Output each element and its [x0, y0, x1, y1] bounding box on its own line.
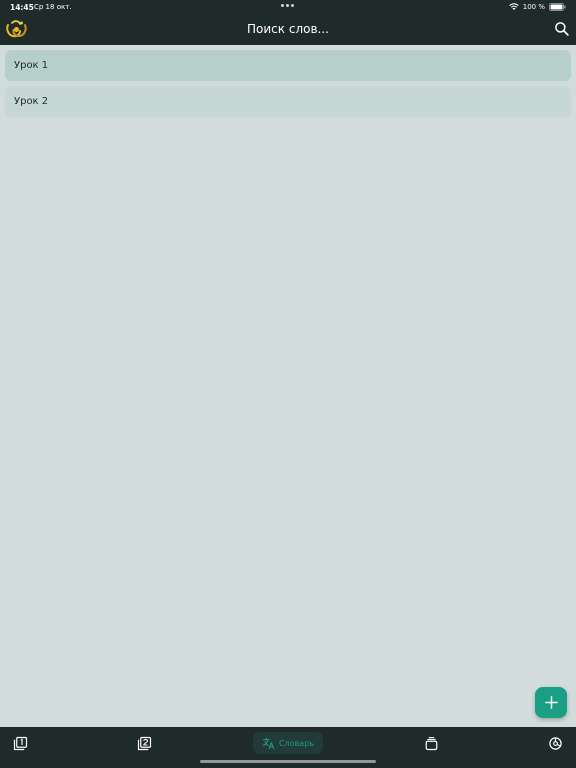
lesson-item-1[interactable]: Урок 1: [5, 50, 571, 81]
lesson-item-2[interactable]: Урок 2: [5, 86, 571, 117]
top-bar: 14:45 Ср 18 окт. 100 % Поиск слов...: [0, 0, 576, 45]
search-words-title[interactable]: Поиск слов...: [0, 22, 576, 36]
search-icon[interactable]: [554, 21, 569, 36]
add-button[interactable]: [535, 687, 567, 718]
home-indicator[interactable]: [200, 760, 376, 763]
battery-percentage: 100 %: [522, 2, 545, 11]
nav-dictionary-label: Словарь: [278, 738, 314, 748]
wifi-icon: [509, 3, 519, 10]
nav-dictionary[interactable]: Словарь: [253, 732, 323, 754]
battery-icon: [549, 2, 566, 11]
cards-stack-icon[interactable]: [424, 736, 439, 751]
plus-icon: [544, 696, 558, 709]
multitasking-dots-icon[interactable]: [281, 4, 294, 7]
nav-lesson-two-icon[interactable]: [137, 736, 152, 751]
lesson-label: Урок 1: [14, 60, 49, 71]
status-right: 100 %: [509, 2, 566, 11]
status-time: 14:45: [10, 3, 34, 12]
lesson-list: Урок 1 Урок 2: [5, 50, 571, 122]
lesson-label: Урок 2: [14, 96, 49, 107]
nav-lesson-one-icon[interactable]: [13, 736, 28, 751]
settings-icon[interactable]: [548, 736, 563, 751]
status-date: Ср 18 окт.: [34, 3, 72, 11]
translate-icon: [262, 737, 275, 749]
